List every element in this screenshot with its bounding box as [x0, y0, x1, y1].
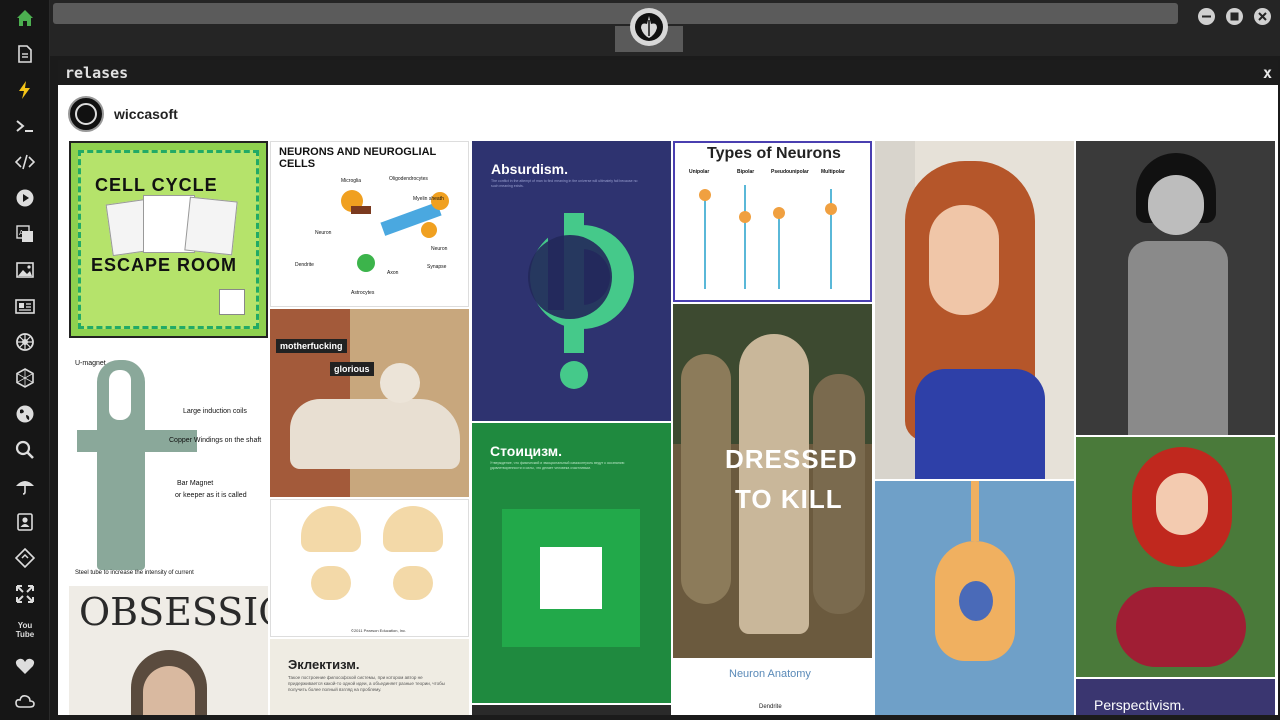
youtube-label: You Tube [15, 621, 35, 639]
stoicism-title: Стоицизм. [490, 443, 563, 459]
types-col-2: Bipolar [737, 169, 755, 175]
git-icon[interactable] [13, 546, 37, 570]
statue-tag-1: motherfucking [276, 339, 347, 353]
tile-ankh-diagram[interactable]: U-magnet Large induction coils Copper Wi… [69, 340, 268, 584]
cell-cycle-title: CELL CYCLE [95, 175, 218, 195]
tile-types-of-neurons[interactable]: Types of Neurons Unipolar Bipolar Pseudo… [673, 141, 872, 302]
file-icon[interactable] [13, 42, 37, 66]
absurdism-title: Absurdism. [491, 161, 569, 177]
youtube-icon[interactable]: You Tube [13, 618, 37, 642]
types-col-4: Multipolar [821, 169, 845, 175]
code-icon[interactable] [13, 150, 37, 174]
neuroglia-label-axon: Axon [387, 270, 399, 276]
settings-wheel-icon[interactable] [13, 330, 37, 354]
eklektizm-text: Такое построение философской системы, пр… [288, 675, 445, 692]
umbrella-icon[interactable] [13, 474, 37, 498]
perspectivism-title: Perspectivism. [1094, 697, 1186, 713]
svg-text:A: A [19, 229, 24, 237]
contacts-icon[interactable] [13, 510, 37, 534]
types-col-1: Unipolar [689, 169, 710, 175]
maximize-button[interactable] [1226, 8, 1243, 25]
tile-perspectivism[interactable]: Perspectivism. [1076, 679, 1275, 715]
cloud-icon[interactable] [13, 690, 37, 714]
rebel-alliance-logo[interactable] [630, 8, 668, 46]
tile-bw-portrait[interactable] [1076, 141, 1275, 435]
ankh-label-coils: Large induction coils [183, 408, 247, 415]
tile-obsession[interactable]: OBSESSION [69, 586, 268, 715]
tile-brain-pathways[interactable]: ©2011 Pearson Education, Inc. [270, 499, 469, 637]
sidebar: A You Tube [0, 0, 50, 720]
ankh-label-steel-tube: Steel tube to increase the intensity of … [75, 570, 194, 576]
profile-header: wiccasoft [68, 96, 178, 132]
anatomy-label: Dendrite [759, 704, 782, 710]
neuroglia-label-oligo: Oligodendrocytes [389, 176, 428, 182]
news-icon[interactable] [13, 294, 37, 318]
tile-statue[interactable]: motherfucking glorious [270, 309, 469, 497]
types-title: Types of Neurons [707, 145, 841, 162]
home-icon[interactable] [13, 6, 37, 30]
neuroglia-label-synapse: Synapse [427, 264, 447, 270]
releases-panel: relases x wiccasoft CELL CYCLE ESCAPE RO… [58, 60, 1278, 715]
ankh-label-umagnet: U-magnet [75, 360, 106, 367]
tile-poison-ivy[interactable] [1076, 437, 1275, 677]
ankh-label-bar-magnet: Bar Magnet [177, 480, 214, 487]
stoicism-text: Утверждение, что физический и эмоциональ… [490, 461, 625, 470]
dressed-line-2: TO KILL [735, 484, 843, 514]
tile-neuron-illustration[interactable] [875, 481, 1074, 715]
image-icon[interactable] [13, 258, 37, 282]
neuroglia-title: NEURONS AND NEUROGLIAL CELLS [279, 146, 437, 170]
brain-credit: ©2011 Pearson Education, Inc. [351, 628, 407, 633]
eklektizm-title: Эклектизм. [288, 657, 360, 672]
globe-icon[interactable] [13, 402, 37, 426]
obsession-title: OBSESSION [79, 590, 268, 634]
panel-titlebar: relases x [58, 60, 1278, 85]
anatomy-title: Neuron Anatomy [729, 668, 811, 680]
tile-portrait-redhead[interactable] [875, 141, 1074, 479]
tile-partial-next[interactable] [472, 705, 671, 715]
ankh-label-keeper: or keeper as it is called [175, 492, 247, 499]
address-bar[interactable] [53, 3, 1178, 24]
neuroglia-label-neuron: Neuron [315, 230, 332, 236]
translate-icon[interactable]: A [13, 222, 37, 246]
escape-room-title: ESCAPE ROOM [91, 255, 238, 275]
types-col-3: Pseudounipolar [771, 169, 809, 175]
tile-stoicism[interactable]: Стоицизм. Утверждение, что физический и … [472, 423, 671, 703]
heart-icon[interactable] [13, 654, 37, 678]
tile-dressed-to-kill[interactable]: DRESSED TO KILL [673, 304, 872, 658]
statue-tag-2: glorious [330, 362, 374, 376]
username[interactable]: wiccasoft [114, 106, 178, 122]
avatar[interactable] [68, 96, 104, 132]
neuroglia-label-microglia: Microglia [341, 178, 362, 184]
bolt-icon[interactable] [13, 78, 37, 102]
tile-eklektizm[interactable]: Эклектизм. Такое построение философской … [270, 639, 469, 715]
neuroglia-label-dendrite: Dendrite [295, 262, 314, 268]
panel-title: relases [65, 64, 129, 82]
search-icon[interactable] [13, 438, 37, 462]
neuroglia-label-myelin: Myelin sheath [413, 196, 444, 202]
tile-neuroglial-cells[interactable]: NEURONS AND NEUROGLIAL CELLS Microglia O… [270, 141, 469, 307]
close-window-button[interactable] [1254, 8, 1271, 25]
question-mark-graphic [528, 210, 634, 389]
expand-icon[interactable] [13, 582, 37, 606]
tile-neuron-anatomy[interactable]: Neuron Anatomy Dendrite [673, 660, 872, 715]
terminal-icon[interactable] [13, 114, 37, 138]
absurdism-text: The conflict in the attempt of man to fi… [491, 179, 638, 188]
minimize-button[interactable] [1198, 8, 1215, 25]
neuroglia-label-astrocytes: Astrocytes [351, 290, 375, 296]
neuroglia-label-neuron-2: Neuron [431, 246, 448, 252]
panel-close-button[interactable]: x [1263, 64, 1272, 82]
tile-absurdism[interactable]: Absurdism. The conflict in the attempt o… [472, 141, 671, 421]
hexagon-icon[interactable] [13, 366, 37, 390]
dressed-line-1: DRESSED [725, 444, 858, 474]
neuron-types-graphic [699, 185, 837, 289]
play-icon[interactable] [13, 186, 37, 210]
ankh-label-windings: Copper Windings on the shaft [169, 437, 262, 444]
tile-cell-cycle[interactable]: CELL CYCLE ESCAPE ROOM [69, 141, 268, 338]
